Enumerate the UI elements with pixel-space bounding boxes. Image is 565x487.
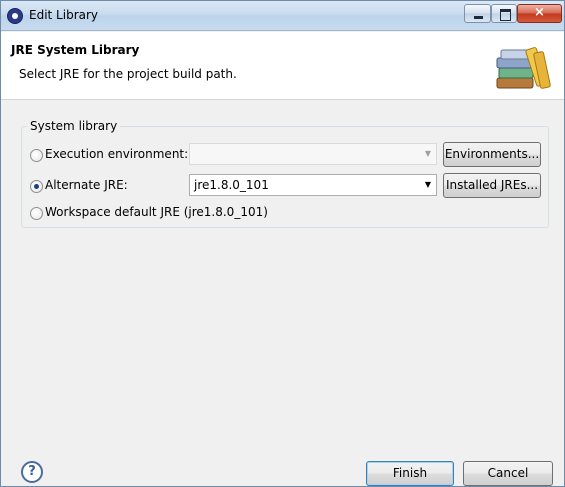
group-label: System library (27, 119, 121, 133)
workspace-default-jre-radio[interactable] (30, 207, 43, 220)
alternate-jre-combo[interactable]: jre1.8.0_101 ▼ (189, 174, 437, 196)
close-button[interactable]: × (517, 4, 562, 23)
title-bar[interactable]: Edit Library × (1, 1, 564, 31)
finish-button[interactable]: Finish (366, 461, 454, 486)
page-description: Select JRE for the project build path. (19, 67, 237, 81)
help-icon[interactable]: ? (21, 461, 43, 483)
execution-environment-label[interactable]: Execution environment: (45, 147, 188, 161)
minimize-button[interactable] (464, 4, 491, 23)
window-title: Edit Library (29, 8, 99, 22)
installed-jres-button[interactable]: Installed JREs... (443, 173, 541, 198)
cancel-button[interactable]: Cancel (463, 461, 553, 486)
alternate-jre-radio[interactable] (30, 180, 43, 193)
eclipse-icon (7, 8, 23, 24)
chevron-down-icon: ▼ (424, 149, 432, 158)
environments-button[interactable]: Environments... (443, 142, 541, 167)
library-books-icon (496, 47, 551, 89)
maximize-button[interactable] (491, 4, 517, 23)
header-banner: JRE System Library Select JRE for the pr… (1, 32, 564, 100)
chevron-down-icon: ▼ (424, 180, 432, 189)
execution-environment-combo[interactable]: ▼ (189, 143, 437, 165)
execution-environment-radio[interactable] (30, 149, 43, 162)
alternate-jre-value: jre1.8.0_101 (194, 178, 269, 192)
alternate-jre-label[interactable]: Alternate JRE: (45, 178, 128, 192)
page-title: JRE System Library (11, 43, 140, 57)
workspace-default-jre-label[interactable]: Workspace default JRE (jre1.8.0_101) (45, 205, 268, 219)
edit-library-dialog: Edit Library × JRE System Library Select… (0, 0, 565, 487)
